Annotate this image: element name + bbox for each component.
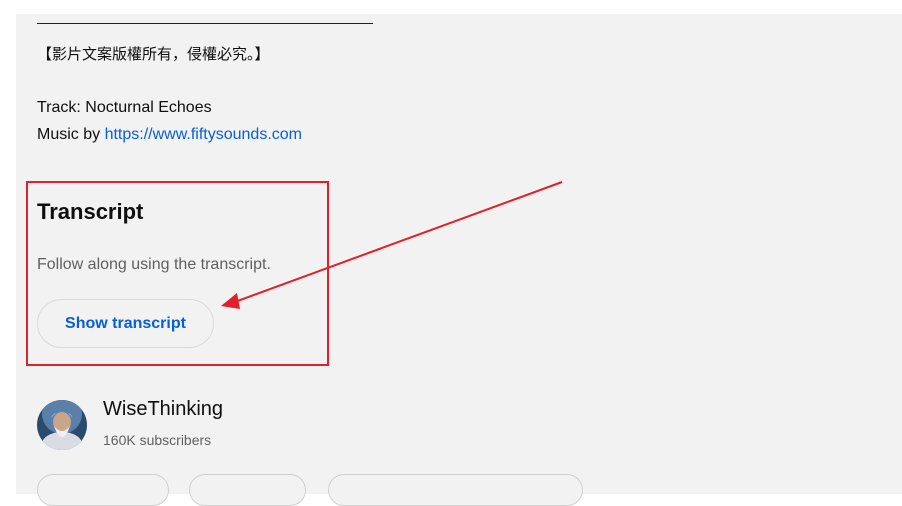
- arrow-head: [221, 293, 240, 309]
- channel-avatar[interactable]: [37, 400, 87, 450]
- arrow-line: [231, 181, 563, 304]
- avatar-image: [37, 400, 87, 450]
- channel-action-chip[interactable]: [189, 474, 306, 506]
- channel-name[interactable]: WiseThinking: [103, 398, 223, 421]
- channel-action-chip[interactable]: [328, 474, 583, 506]
- subscriber-count: 160K subscribers: [103, 432, 212, 448]
- channel-action-chip[interactable]: [37, 474, 169, 506]
